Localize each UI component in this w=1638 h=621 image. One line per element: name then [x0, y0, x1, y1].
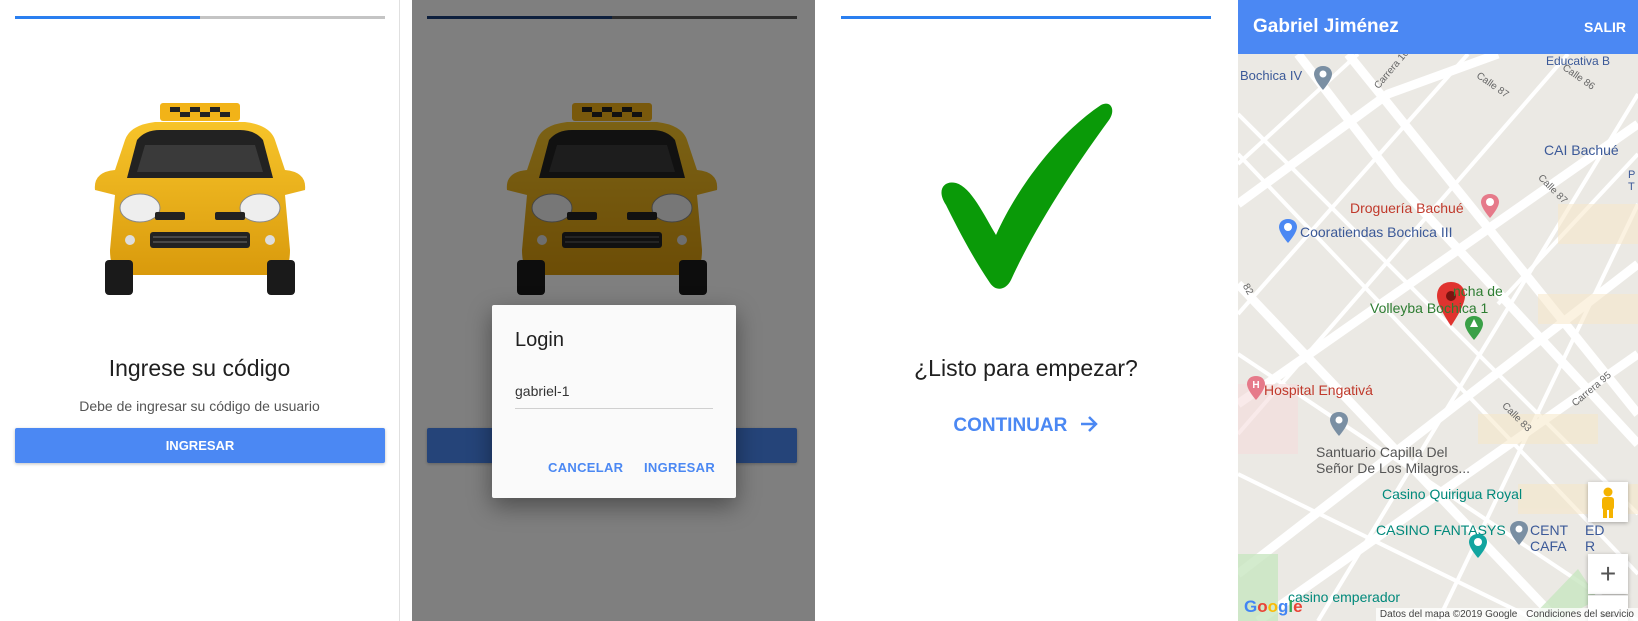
cancel-button[interactable]: CANCELAR: [548, 460, 623, 475]
terms-link[interactable]: Condiciones del servicio: [1526, 609, 1634, 620]
login-dialog: Login gabriel-1 CANCELAR INGRESAR: [492, 305, 736, 498]
continue-button[interactable]: CONTINUAR: [826, 415, 1226, 437]
shopping-cart-icon[interactable]: [1278, 219, 1298, 246]
place-label[interactable]: P: [1628, 169, 1635, 181]
church-icon[interactable]: [1330, 412, 1348, 439]
progress-fill: [15, 16, 200, 19]
place-label[interactable]: ED: [1585, 522, 1604, 538]
submit-button[interactable]: INGRESAR: [644, 460, 715, 475]
street-view-pegman-icon[interactable]: [1588, 482, 1628, 522]
place-label[interactable]: T: [1628, 181, 1635, 193]
app-bar: Gabriel Jiménez SALIR: [1238, 0, 1638, 54]
progress-bar: [15, 16, 385, 19]
arrow-right-icon: [1080, 416, 1098, 432]
app-screens: Ingrese su código Debe de ingresar su có…: [0, 0, 1638, 621]
place-label[interactable]: CENT: [1530, 522, 1568, 538]
place-marker-icon[interactable]: [1510, 521, 1528, 548]
place-label[interactable]: Volleyba Bochica 1: [1370, 300, 1488, 316]
place-label[interactable]: R: [1585, 538, 1595, 554]
hospital-icon[interactable]: H: [1246, 376, 1266, 403]
screen-ready: ¿Listo para empezar? CONTINUAR: [826, 0, 1226, 621]
user-name: Gabriel Jiménez: [1253, 16, 1399, 37]
place-label[interactable]: Cooratiendas Bochica III: [1300, 224, 1453, 240]
logout-button[interactable]: SALIR: [1584, 19, 1626, 35]
screen-login-dialog: Login gabriel-1 CANCELAR INGRESAR: [412, 0, 815, 621]
place-label[interactable]: Casino Quirigua Royal: [1382, 486, 1522, 502]
code-input[interactable]: gabriel-1: [515, 383, 713, 409]
park-icon[interactable]: [1464, 316, 1484, 343]
ingresar-button[interactable]: INGRESAR: [15, 428, 385, 463]
continue-label: CONTINUAR: [953, 415, 1068, 436]
place-label[interactable]: Señor De Los Milagros...: [1316, 460, 1470, 476]
place-label[interactable]: Santuario Capilla Del: [1316, 444, 1448, 460]
svg-text:H: H: [1252, 380, 1259, 391]
page-title: ¿Listo para empezar?: [914, 355, 1138, 381]
attribution-data: Datos del mapa ©2019 Google: [1379, 609, 1518, 620]
screen-map: Gabriel Jiménez SALIR Bochica IV Educati…: [1238, 0, 1638, 621]
map-attribution: Datos del mapa ©2019 Google Condiciones …: [1375, 608, 1638, 621]
casino-icon[interactable]: [1468, 534, 1488, 561]
taxi-car-image: [94, 102, 306, 295]
progress-fill: [841, 16, 1211, 19]
place-label[interactable]: Droguería Bachué: [1350, 200, 1464, 216]
google-logo: Google: [1244, 597, 1303, 616]
checkmark-icon: [941, 103, 1113, 289]
map-view[interactable]: Bochica IV Educativa B CAI Bachué P T Dr…: [1238, 54, 1638, 621]
place-label[interactable]: ncha de: [1453, 283, 1503, 299]
page-subtitle: Debe de ingresar su código de usuario: [79, 398, 320, 414]
place-label[interactable]: casino emperador: [1288, 589, 1400, 605]
progress-bar: [841, 16, 1211, 19]
place-label[interactable]: Educativa B: [1546, 54, 1610, 68]
pharmacy-icon[interactable]: [1480, 194, 1500, 221]
place-label[interactable]: CAI Bachué: [1544, 142, 1619, 158]
place-label[interactable]: Hospital Engativá: [1264, 382, 1373, 398]
screen-enter-code: Ingrese su código Debe de ingresar su có…: [0, 0, 400, 621]
zoom-in-button[interactable]: +: [1588, 554, 1628, 594]
place-label[interactable]: CAFA: [1530, 538, 1567, 554]
dialog-title: Login: [515, 329, 564, 351]
page-title: Ingrese su código: [108, 355, 291, 381]
place-label[interactable]: Bochica IV: [1240, 68, 1302, 83]
place-marker-icon[interactable]: [1314, 66, 1332, 93]
